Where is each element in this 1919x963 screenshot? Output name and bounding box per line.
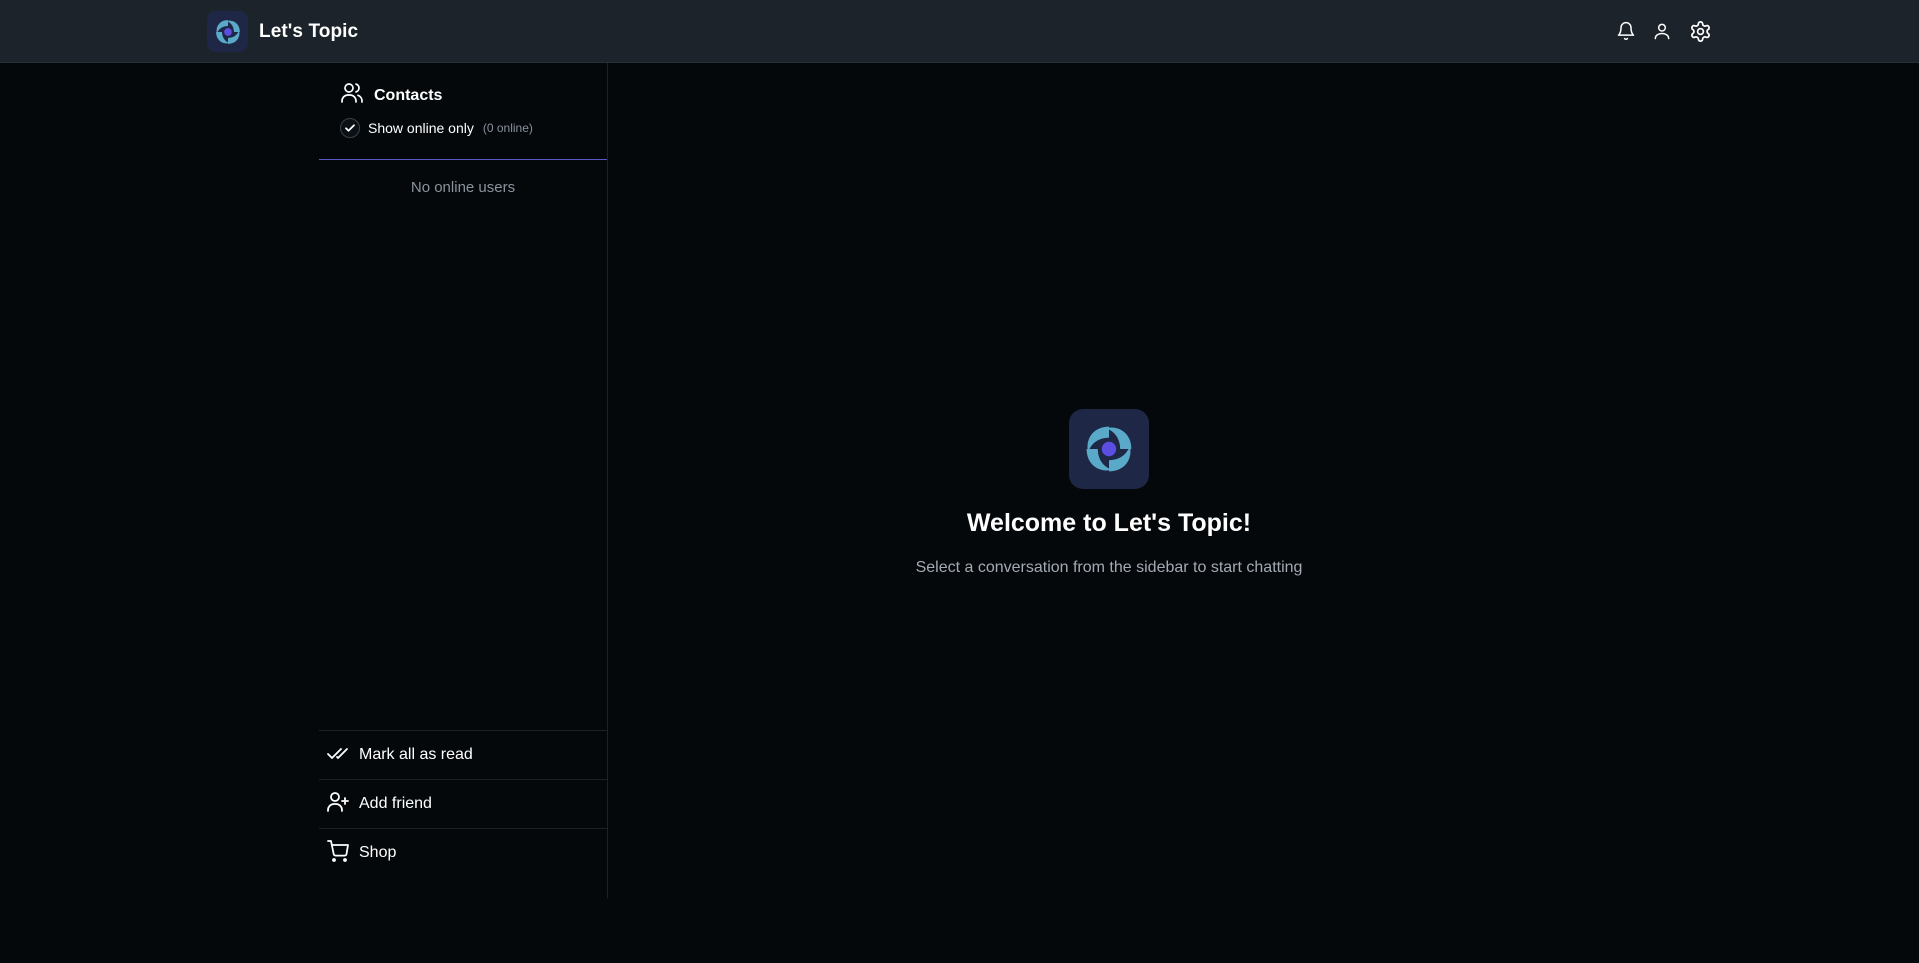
users-icon bbox=[340, 81, 364, 110]
user-icon[interactable] bbox=[1650, 19, 1674, 43]
show-online-checkbox[interactable] bbox=[340, 118, 360, 138]
brand-home-link[interactable]: Let's Topic bbox=[207, 11, 358, 52]
add-friend-label: Add friend bbox=[359, 795, 432, 812]
empty-contacts-message: No online users bbox=[410, 179, 516, 196]
contacts-sidebar: Contacts Show online only (0 online) No … bbox=[319, 63, 608, 898]
mark-all-read-button[interactable]: Mark all as read bbox=[319, 730, 607, 779]
check-icon bbox=[345, 124, 355, 132]
double-check-icon bbox=[326, 741, 350, 770]
show-online-label: Show online only bbox=[368, 120, 474, 136]
user-plus-icon bbox=[326, 790, 350, 819]
bell-icon[interactable] bbox=[1614, 19, 1638, 43]
add-friend-button[interactable]: Add friend bbox=[319, 779, 607, 828]
contacts-heading: Contacts bbox=[340, 81, 442, 110]
app-logo-icon bbox=[207, 11, 248, 52]
welcome-logo-icon bbox=[1069, 409, 1149, 489]
sidebar-actions: Mark all as read Add friend Shop bbox=[319, 730, 607, 877]
app-title: Let's Topic bbox=[259, 20, 359, 42]
show-online-only-toggle[interactable]: Show online only (0 online) bbox=[340, 118, 533, 138]
sidebar-header: Contacts Show online only (0 online) bbox=[319, 63, 607, 160]
top-navbar: Let's Topic bbox=[0, 0, 1919, 63]
mark-all-read-label: Mark all as read bbox=[359, 746, 473, 763]
welcome-title: Welcome to Let's Topic! bbox=[966, 509, 1252, 537]
cart-icon bbox=[326, 839, 350, 868]
shop-label: Shop bbox=[359, 844, 397, 861]
welcome-panel: Welcome to Let's Topic! Select a convers… bbox=[609, 409, 1609, 577]
contacts-title: Contacts bbox=[374, 86, 443, 104]
welcome-subtitle: Select a conversation from the sidebar t… bbox=[915, 559, 1303, 576]
chat-main-area: Welcome to Let's Topic! Select a convers… bbox=[609, 63, 1919, 898]
shop-button[interactable]: Shop bbox=[319, 828, 607, 877]
online-count: (0 online) bbox=[482, 121, 533, 135]
gear-icon[interactable] bbox=[1688, 19, 1712, 43]
